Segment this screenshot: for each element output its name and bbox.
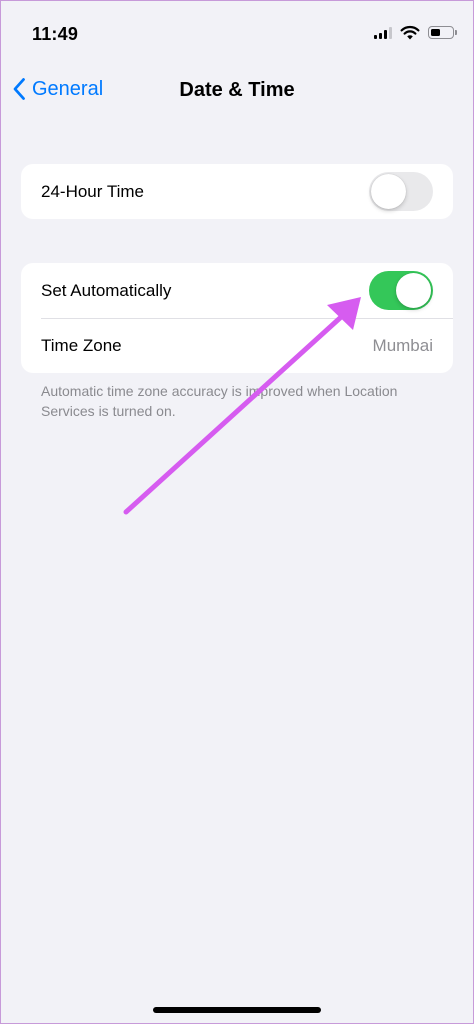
time-zone-value: Mumbai: [372, 335, 433, 355]
cellular-signal-icon: [374, 26, 392, 39]
screenshot-border: [0, 0, 474, 1024]
status-bar-time: 11:49: [32, 24, 79, 44]
battery-icon: [428, 26, 457, 39]
automatic-group: Set Automatically Time Zone Mumbai: [21, 263, 453, 373]
home-indicator[interactable]: [153, 1007, 321, 1013]
set-automatically-toggle[interactable]: [369, 271, 433, 310]
time-format-group: 24-Hour Time: [21, 164, 453, 219]
24-hour-time-toggle[interactable]: [369, 172, 433, 211]
24-hour-time-label: 24-Hour Time: [41, 181, 144, 201]
set-automatically-label: Set Automatically: [41, 280, 172, 300]
time-zone-row[interactable]: Time Zone Mumbai: [21, 318, 453, 373]
page-title: Date & Time: [179, 79, 295, 101]
set-automatically-row: Set Automatically: [21, 263, 453, 318]
time-zone-label: Time Zone: [41, 335, 122, 355]
status-bar-icons: [374, 25, 457, 40]
24-hour-time-row: 24-Hour Time: [21, 164, 453, 219]
annotation-arrow-icon: [123, 297, 361, 515]
toggle-knob: [371, 174, 406, 209]
toggle-knob: [396, 273, 431, 308]
wifi-icon: [400, 25, 420, 40]
footer-note: Automatic time zone accuracy is improved…: [41, 383, 398, 419]
